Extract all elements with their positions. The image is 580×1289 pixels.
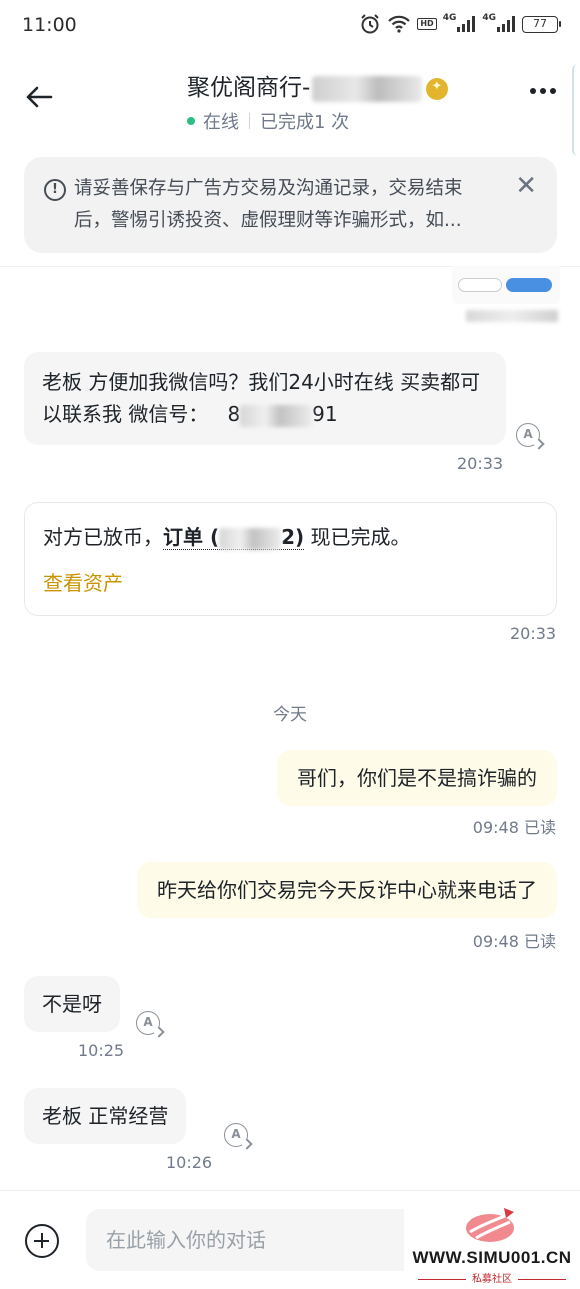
incoming-message[interactable]: 老板 方便加我微信吗？我们24小时在线 买卖都可以联系我 微信号： 8 91 xyxy=(24,352,506,445)
watermark-logo xyxy=(462,1206,518,1246)
merchant-name: 聚优阁商行- xyxy=(187,68,449,102)
auto-translate-icon[interactable]: A xyxy=(224,1123,248,1147)
view-assets-link[interactable]: 查看资产 xyxy=(43,567,123,596)
redacted-time xyxy=(466,310,558,322)
notice-text: 请妥善保存与广告方交易及沟通记录，交易结束后，警惕引诱投资、虚假理财等诈骗形式，… xyxy=(74,178,463,231)
network-type-label: 4G xyxy=(482,13,496,23)
signal-icon: 4G xyxy=(482,13,516,33)
order-status-card: 对方已放币，订单 (2) 现已完成。 查看资产 xyxy=(24,502,557,616)
online-dot-icon xyxy=(187,117,195,125)
back-arrow-icon[interactable] xyxy=(24,82,54,112)
status-icons: HD 4G 4G 77 xyxy=(359,13,561,35)
order-paren-open: ( xyxy=(209,525,220,549)
auto-translate-icon[interactable]: A xyxy=(516,423,540,447)
previous-message-image[interactable] xyxy=(452,266,560,304)
order-id-end: 2) xyxy=(281,525,305,549)
message-time: 20:33 xyxy=(510,624,557,643)
divider xyxy=(249,113,250,129)
watermark-text: WWW.SIMU001.CN xyxy=(412,1248,572,1267)
thumbnail-button xyxy=(506,278,552,292)
completed-count: 已完成1 次 xyxy=(260,112,350,133)
battery-icon: 77 xyxy=(522,15,561,33)
online-status: 在线 xyxy=(203,112,239,133)
thumbnail-button xyxy=(458,278,502,292)
outgoing-message[interactable]: 哥们，你们是不是搞诈骗的 xyxy=(277,750,557,806)
safety-notice: ! 请妥善保存与广告方交易及沟通记录，交易结束后，警惕引诱投资、虚假理财等诈骗形… xyxy=(24,157,557,253)
message-time-read: 09:48 已读 xyxy=(472,818,556,837)
close-icon[interactable]: ✕ xyxy=(515,171,537,201)
signal-icon: 4G xyxy=(442,13,477,33)
auto-translate-icon[interactable]: A xyxy=(136,1011,160,1035)
message-time: 10:26 xyxy=(166,1153,213,1172)
order-suffix: 现已完成。 xyxy=(304,525,411,549)
watermark: WWW.SIMU001.CN 私募社区 xyxy=(404,1202,580,1289)
add-attachment-icon[interactable] xyxy=(25,1224,59,1258)
day-separator: 今天 xyxy=(273,705,307,725)
warning-icon: ! xyxy=(44,179,66,201)
incoming-message[interactable]: 不是呀 xyxy=(24,976,120,1032)
network-type-label: 4G xyxy=(442,13,457,23)
order-link[interactable]: 订单 (2) xyxy=(163,525,305,550)
status-time: 11:00 xyxy=(22,14,77,36)
order-prefix: 对方已放币， xyxy=(43,525,163,549)
wifi-icon xyxy=(387,14,411,34)
watermark-subtext: 私募社区 xyxy=(404,1270,580,1285)
message-time: 10:25 xyxy=(78,1041,125,1060)
chat-header: 聚优阁商行- 在线 已完成1 次 xyxy=(0,52,580,156)
redacted-order-id xyxy=(219,527,282,550)
verified-badge-icon xyxy=(426,77,449,100)
outgoing-message[interactable]: 昨天给你们交易完今天反诈中心就来电话了 xyxy=(137,862,557,918)
redacted-name xyxy=(312,75,423,102)
edge-handle xyxy=(572,64,580,156)
incoming-message[interactable]: 老板 正常经营 xyxy=(24,1088,187,1144)
merchant-name-text: 聚优阁商行- xyxy=(187,75,311,101)
wechat-id-visible-end: 91 xyxy=(312,402,338,426)
hd-icon: HD xyxy=(417,18,437,30)
message-time-read: 09:48 已读 xyxy=(472,932,556,951)
status-bar: 11:00 HD 4G 4G 77 xyxy=(0,0,580,52)
message-time: 20:33 xyxy=(457,454,504,473)
wechat-id-visible-start: 8 xyxy=(227,402,241,426)
more-icon[interactable] xyxy=(530,88,556,94)
alarm-icon xyxy=(359,13,381,35)
redacted-wechat-id xyxy=(240,404,313,427)
order-label: 订单 xyxy=(163,525,203,549)
merchant-status: 在线 已完成1 次 xyxy=(187,108,349,134)
order-status-text: 对方已放币，订单 (2) 现已完成。 xyxy=(43,521,411,550)
